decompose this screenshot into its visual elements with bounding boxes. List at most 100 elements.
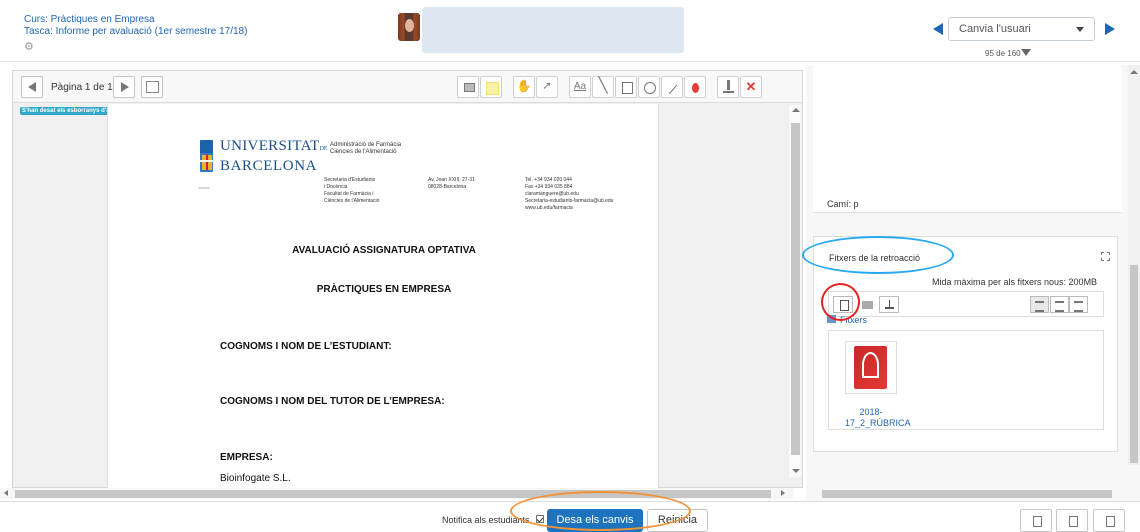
previous-user-arrow-icon[interactable] bbox=[933, 23, 943, 35]
user-counter: 95 de 160 bbox=[985, 49, 1021, 58]
file-limit-text: Mida màxima per als fitxers nous: 200MB bbox=[932, 277, 1098, 287]
change-user-select[interactable]: Canvia l'usuari bbox=[948, 17, 1095, 41]
change-user-placeholder: Canvia l'usuari bbox=[959, 23, 1031, 35]
scroll-thumb[interactable] bbox=[791, 123, 800, 455]
university-crest-icon bbox=[199, 140, 214, 172]
text-tool-icon[interactable]: Aa bbox=[569, 76, 591, 98]
hand-icon[interactable]: ✋ bbox=[513, 76, 535, 98]
stamp-icon[interactable] bbox=[717, 76, 739, 98]
chevron-down-icon bbox=[1076, 27, 1084, 32]
page-indicator: Pàgina 1 de 15 bbox=[51, 82, 119, 93]
course-link[interactable]: Curs: Pràctiques en Empresa bbox=[24, 14, 247, 26]
secretariat-line: Secretaria d'Estudiants bbox=[324, 177, 376, 183]
user-navigation: Canvia l'usuari 95 de 160 bbox=[930, 17, 1140, 58]
line-icon[interactable]: ╲ bbox=[592, 76, 614, 98]
document-title: AVALUACIÓ ASSIGNATURA OPTATIVA bbox=[292, 245, 476, 256]
secretariat-column: Secretaria d'Estudiants i Docència Facul… bbox=[324, 177, 379, 205]
highlight-drop-icon[interactable] bbox=[684, 76, 706, 98]
feedback-scroll-thumb[interactable] bbox=[1130, 265, 1138, 463]
list-view-icon[interactable] bbox=[1050, 296, 1069, 313]
address-column: Av. Joan XXIII, 27-31 08028-Barcelona bbox=[428, 177, 475, 191]
scroll-right-arrow-icon[interactable] bbox=[781, 490, 785, 496]
feedback-scrollbar[interactable] bbox=[1128, 65, 1140, 465]
feedback-horizontal-scrollbar[interactable] bbox=[806, 488, 1140, 499]
company-label: EMPRESA: bbox=[220, 452, 273, 463]
horizontal-scroll-thumb[interactable] bbox=[15, 490, 771, 498]
layout-right-icon[interactable] bbox=[1093, 509, 1125, 532]
scroll-down-arrow-icon[interactable] bbox=[792, 469, 800, 473]
comment-tool-icon[interactable] bbox=[457, 76, 479, 98]
grader-header: Curs: Pràctiques en Empresa Tasca: Infor… bbox=[0, 0, 1140, 62]
tutor-name-label: COGNOMS I NOM DEL TUTOR DE L’EMPRESA: bbox=[220, 396, 445, 407]
cursor-icon[interactable]: ➚ bbox=[536, 76, 558, 98]
create-folder-icon[interactable] bbox=[858, 296, 878, 313]
contact-line: Fax +34 934 035 884 bbox=[525, 184, 573, 190]
feedback-files-panel: Fitxers de la retroacció Mida màxima per… bbox=[813, 236, 1118, 452]
address-line: Av. Joan XXIII, 27-31 bbox=[428, 177, 475, 183]
file-name-line: 17_2_RÚBRICA bbox=[845, 418, 911, 428]
gear-icon[interactable]: ⚙ bbox=[24, 41, 247, 53]
download-icon[interactable] bbox=[879, 296, 899, 313]
filter-icon[interactable] bbox=[1021, 49, 1031, 56]
files-folder-link[interactable]: Fitxers bbox=[840, 315, 867, 325]
contact-line: claramanguere@ub.edu bbox=[525, 191, 579, 197]
oval-icon[interactable] bbox=[638, 76, 660, 98]
rectangle-icon[interactable] bbox=[615, 76, 637, 98]
course-info: Curs: Pràctiques en Empresa Tasca: Infor… bbox=[24, 14, 247, 53]
administration-title: Administració de Farmàcia Ciències de l'… bbox=[330, 142, 401, 156]
feedback-horizontal-scroll-thumb[interactable] bbox=[822, 490, 1112, 498]
file-name[interactable]: 2018- 17_2_RÚBRICA bbox=[845, 407, 911, 429]
notify-students-checkbox[interactable] bbox=[536, 515, 544, 523]
avatar bbox=[398, 13, 420, 41]
contact-line: www.ub.edu/farmacia bbox=[525, 205, 573, 211]
pdf-vertical-scrollbar[interactable] bbox=[788, 105, 801, 477]
logo-de: DE bbox=[319, 146, 328, 152]
path-label: Camí: p bbox=[827, 199, 859, 209]
file-picker-toolbar bbox=[828, 291, 1104, 317]
layout-center-icon[interactable] bbox=[1056, 509, 1088, 532]
contact-column: Tel. +34 934 020 044 Fax +34 934 035 884… bbox=[525, 177, 613, 212]
icon-view-icon[interactable] bbox=[1030, 296, 1049, 313]
previous-page-button[interactable] bbox=[21, 76, 43, 98]
file-list: 2018- 17_2_RÚBRICA bbox=[828, 330, 1104, 430]
company-value: Bioinfogate S.L. bbox=[220, 473, 291, 484]
layout-left-icon[interactable] bbox=[1020, 509, 1052, 532]
secretariat-line: i Docència bbox=[324, 184, 348, 190]
pen-icon[interactable] bbox=[661, 76, 683, 98]
reset-button[interactable]: Reinicia bbox=[647, 509, 708, 532]
contact-line: Tel. +34 934 020 044 bbox=[525, 177, 572, 183]
file-name-line: 2018- bbox=[859, 407, 883, 417]
admin-line: Administració de Farmàcia bbox=[330, 142, 402, 148]
delete-icon[interactable]: ✕ bbox=[740, 76, 762, 98]
scroll-up-arrow-icon[interactable] bbox=[792, 108, 800, 112]
notify-students-label: Notifica als estudiants bbox=[442, 515, 530, 525]
pdf-file-icon[interactable] bbox=[845, 341, 897, 394]
logo-university: UNIVERSITAT bbox=[220, 138, 320, 154]
feedback-files-title: Fitxers de la retroacció bbox=[829, 253, 921, 263]
footer-bar: Notifica als estudiants Desa els canvis … bbox=[0, 501, 1140, 532]
document-subtitle: PRÀCTIQUES EN EMPRESA bbox=[316, 284, 452, 295]
address-line: 08028-Barcelona bbox=[428, 184, 467, 190]
admin-line: Ciències de l'Alimentació bbox=[330, 149, 397, 155]
tree-view-icon[interactable] bbox=[1069, 296, 1088, 313]
editor-box[interactable]: Camí: p bbox=[813, 65, 1122, 213]
add-file-icon[interactable] bbox=[833, 296, 853, 313]
search-page-button[interactable] bbox=[141, 76, 163, 98]
task-link[interactable]: Tasca: Informe per avaluació (1er semest… bbox=[24, 26, 247, 38]
expand-icon[interactable] bbox=[1101, 252, 1110, 261]
scroll-left-arrow-icon[interactable] bbox=[4, 490, 8, 496]
secretariat-line: Ciències de l'Alimentació bbox=[324, 198, 380, 204]
pdf-page: UNIVERSITATDE BARCELONA Administració de… bbox=[107, 104, 659, 489]
save-changes-button[interactable]: Desa els canvis bbox=[547, 509, 643, 532]
next-page-button[interactable] bbox=[113, 76, 135, 98]
pdf-panel: Pàgina 1 de 15 ✋ ➚ Aa ╲ ✕ S'han desat el… bbox=[12, 70, 803, 489]
secretariat-line: Facultat de Farmàcia i bbox=[324, 191, 374, 197]
student-name-label: COGNOMS I NOM DE L’ESTUDIANT: bbox=[220, 341, 392, 352]
university-logo: UNIVERSITATDE BARCELONA bbox=[196, 138, 328, 188]
scroll-up-arrow-icon[interactable] bbox=[1130, 70, 1138, 74]
next-user-arrow-icon[interactable] bbox=[1105, 23, 1115, 35]
pdf-toolbar: Pàgina 1 de 15 ✋ ➚ Aa ╲ ✕ bbox=[13, 71, 802, 103]
logo-divider bbox=[198, 187, 210, 189]
color-swatch-icon[interactable] bbox=[480, 76, 502, 98]
pdf-horizontal-scrollbar[interactable] bbox=[0, 488, 794, 499]
